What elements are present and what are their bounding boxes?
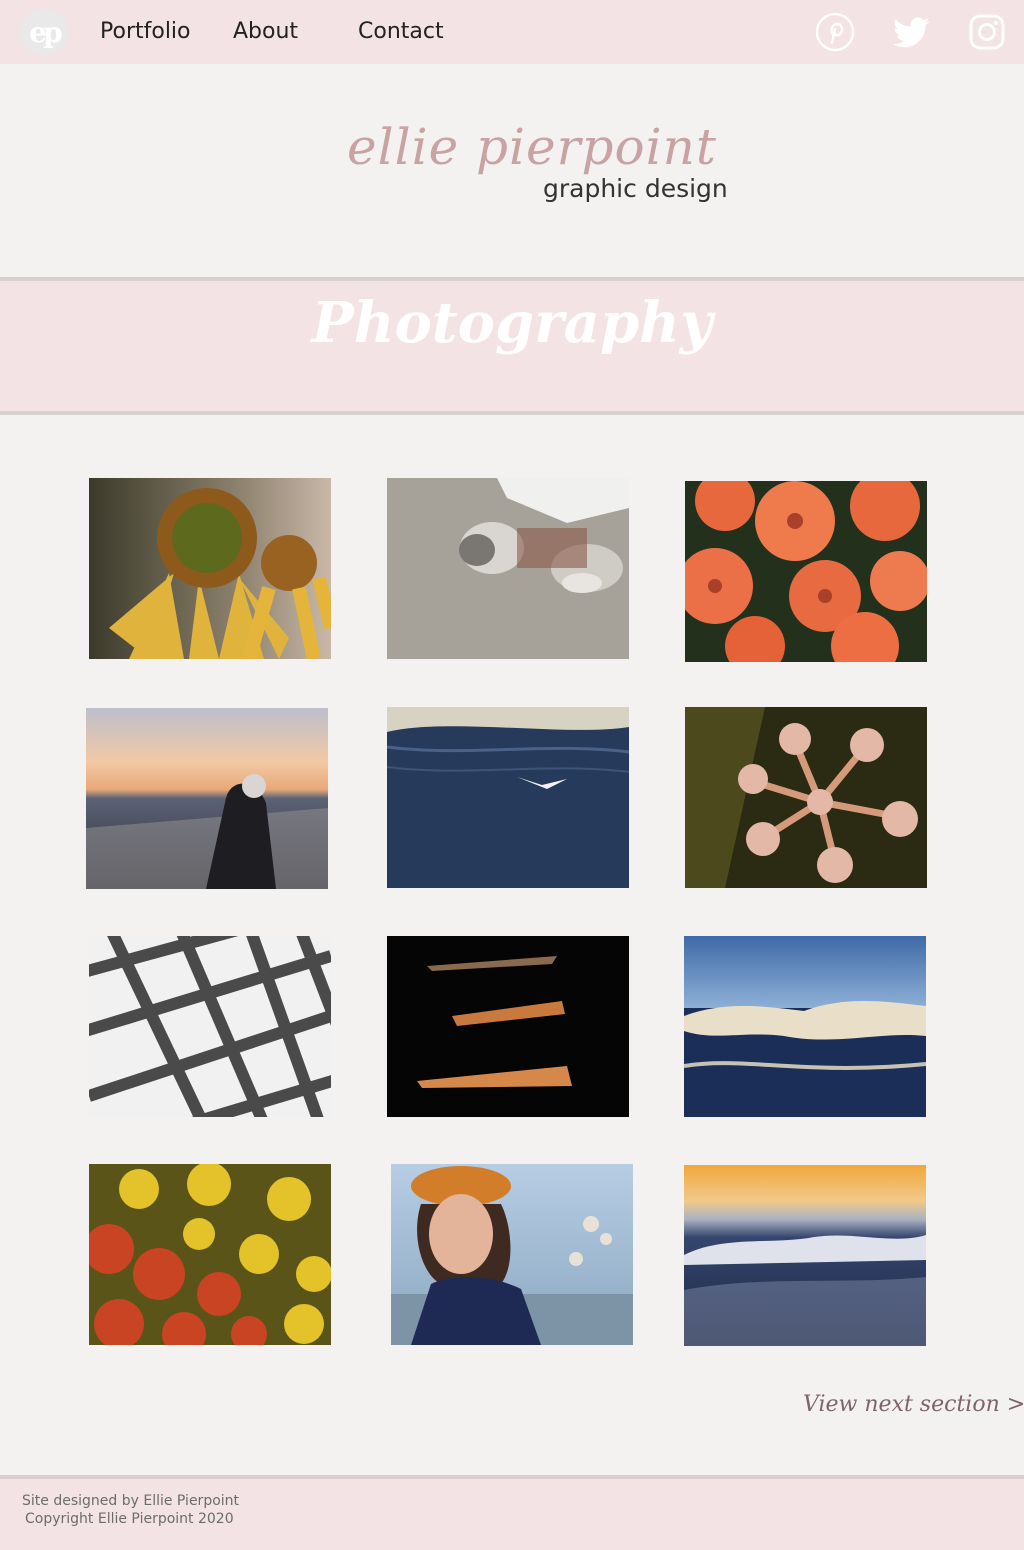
logo-icon[interactable]: ep bbox=[19, 9, 69, 55]
photo-portrait-cap[interactable] bbox=[391, 1164, 633, 1345]
footer-copyright: Copyright Ellie Pierpoint 2020 bbox=[25, 1511, 234, 1527]
section-title: Photography bbox=[311, 290, 713, 356]
photo-lattice[interactable] bbox=[89, 936, 331, 1117]
footer-credit: Site designed by Ellie Pierpoint bbox=[22, 1493, 240, 1509]
photo-red-yellow-mums[interactable] bbox=[89, 1164, 331, 1345]
photo-seagull-water[interactable] bbox=[387, 707, 629, 888]
brand-subtitle: graphic design bbox=[543, 174, 728, 203]
next-section-link[interactable]: View next section > bbox=[803, 1392, 1024, 1417]
nav-link-about[interactable]: About bbox=[233, 19, 298, 44]
top-nav: ep Portfolio About Contact bbox=[0, 0, 1024, 64]
photo-coneflower[interactable] bbox=[89, 478, 331, 659]
photo-cat[interactable] bbox=[387, 478, 629, 659]
photo-dark-window-light[interactable] bbox=[387, 936, 629, 1117]
brand-name: ellie pierpoint bbox=[347, 118, 717, 176]
nav-link-portfolio[interactable]: Portfolio bbox=[100, 19, 191, 44]
instagram-icon[interactable] bbox=[967, 12, 1007, 52]
photo-ocean-waves[interactable] bbox=[684, 936, 926, 1117]
photo-sunset-beach-person[interactable] bbox=[86, 708, 328, 889]
pinterest-icon[interactable] bbox=[815, 12, 855, 52]
photo-sunset-waves[interactable] bbox=[684, 1165, 926, 1346]
photo-flower-buds[interactable] bbox=[685, 707, 927, 888]
nav-link-contact[interactable]: Contact bbox=[358, 19, 444, 44]
banner-bottom-divider bbox=[0, 411, 1024, 415]
twitter-icon[interactable] bbox=[893, 12, 933, 52]
photo-orange-chrysanthemums[interactable] bbox=[685, 481, 927, 662]
